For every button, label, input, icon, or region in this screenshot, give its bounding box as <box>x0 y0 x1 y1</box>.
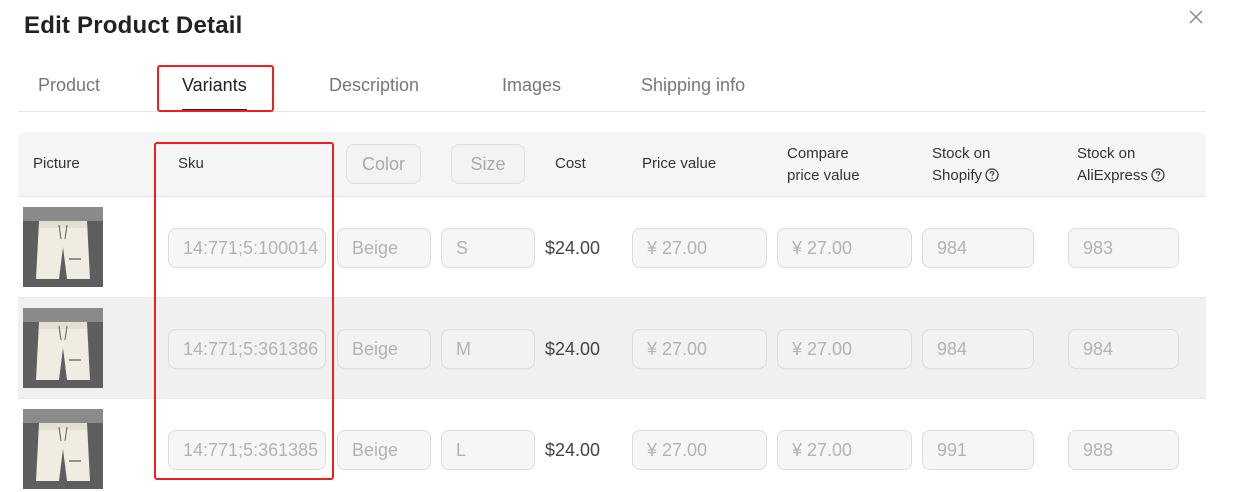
stock-aliexpress-input[interactable]: 984 <box>1068 329 1179 369</box>
variants-table: Picture Sku Color Size Cost Price value … <box>18 132 1206 492</box>
sku-input[interactable]: 14:771;5:361386 <box>168 329 326 369</box>
cost-value: $24.00 <box>545 440 601 460</box>
stock-shopify-input[interactable]: 984 <box>922 228 1034 268</box>
header-color-filter[interactable]: Color <box>346 144 421 184</box>
product-image[interactable] <box>23 207 103 287</box>
header-price-value: Price value <box>642 155 717 172</box>
sku-input[interactable]: 14:771;5:361385 <box>168 430 326 470</box>
color-input[interactable]: Beige <box>337 329 431 369</box>
price-value-input[interactable]: ¥ 27.00 <box>632 329 767 369</box>
stock-shopify-input[interactable]: 984 <box>922 329 1034 369</box>
stock-shopify-input[interactable]: 991 <box>922 430 1034 470</box>
product-image[interactable] <box>23 409 103 489</box>
table-row: 14:771;5:361386 Beige M $24.00 ¥ 27.00 ¥… <box>18 298 1206 399</box>
product-image[interactable] <box>23 308 103 388</box>
page-title: Edit Product Detail <box>24 12 243 39</box>
compare-price-input[interactable]: ¥ 27.00 <box>777 430 912 470</box>
header-compare-line2: price value <box>787 167 860 184</box>
table-row: 14:771;5:100014 Beige S $24.00 ¥ 27.00 ¥… <box>18 197 1206 298</box>
header-stock-shopify: Stock on Shopify <box>932 144 999 186</box>
header-compare-price: Compare price value <box>787 144 860 186</box>
compare-price-input[interactable]: ¥ 27.00 <box>777 228 912 268</box>
sku-input[interactable]: 14:771;5:100014 <box>168 228 326 268</box>
close-icon[interactable] <box>1186 8 1206 28</box>
header-cost: Cost <box>555 155 586 172</box>
tab-shipping-info[interactable]: Shipping info <box>641 63 745 111</box>
size-input[interactable]: M <box>441 329 535 369</box>
tab-product[interactable]: Product <box>38 63 100 111</box>
tab-bar: Product Variants Description Images Ship… <box>18 63 1206 112</box>
size-input[interactable]: S <box>441 228 535 268</box>
cost-value: $24.00 <box>545 339 601 359</box>
header-picture: Picture <box>33 155 80 172</box>
cost-value: $24.00 <box>545 238 601 258</box>
tab-description[interactable]: Description <box>329 63 419 111</box>
color-input[interactable]: Beige <box>337 228 431 268</box>
header-stock-ali-line2: AliExpress <box>1077 167 1148 184</box>
header-sku: Sku <box>178 155 204 172</box>
question-circle-icon[interactable] <box>985 168 999 182</box>
question-circle-icon[interactable] <box>1151 168 1165 182</box>
color-input[interactable]: Beige <box>337 430 431 470</box>
header-size-filter[interactable]: Size <box>451 144 525 184</box>
table-row: 14:771;5:361385 Beige L $24.00 ¥ 27.00 ¥… <box>18 399 1206 492</box>
price-value-input[interactable]: ¥ 27.00 <box>632 430 767 470</box>
header-stock-shopify-line2: Shopify <box>932 167 983 184</box>
header-stock-shopify-line1: Stock on <box>932 145 991 162</box>
price-value-input[interactable]: ¥ 27.00 <box>632 228 767 268</box>
stock-aliexpress-input[interactable]: 983 <box>1068 228 1179 268</box>
tab-images[interactable]: Images <box>502 63 561 111</box>
compare-price-input[interactable]: ¥ 27.00 <box>777 329 912 369</box>
table-header: Picture Sku Color Size Cost Price value … <box>18 132 1206 197</box>
size-input[interactable]: L <box>441 430 535 470</box>
header-compare-line1: Compare <box>787 145 849 162</box>
stock-aliexpress-input[interactable]: 988 <box>1068 430 1179 470</box>
header-stock-aliexpress: Stock on AliExpress <box>1077 144 1165 186</box>
tab-variants[interactable]: Variants <box>182 63 247 111</box>
header-stock-ali-line1: Stock on <box>1077 145 1136 162</box>
